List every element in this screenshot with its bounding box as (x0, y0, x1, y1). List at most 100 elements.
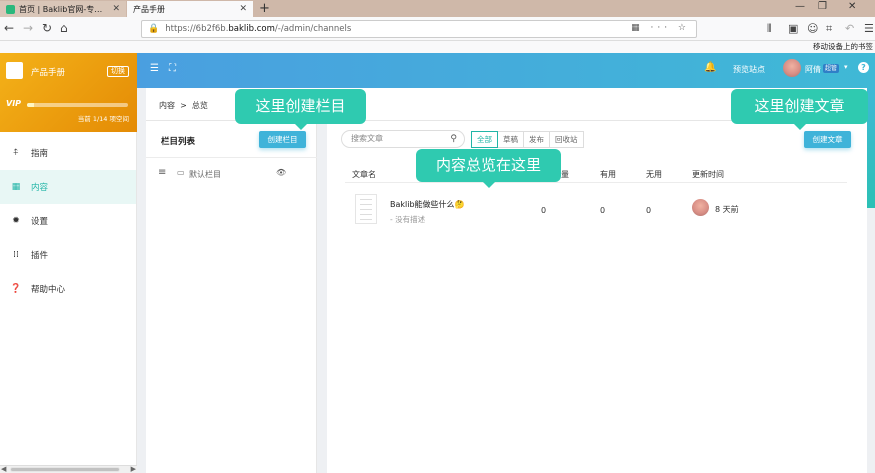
library-icon[interactable]: ⫴ (767, 22, 772, 36)
tab-all[interactable]: 全部 (471, 131, 498, 148)
preview-site-link[interactable]: 预览站点 (733, 64, 765, 75)
gear-icon: ✹ (12, 216, 20, 226)
breadcrumb-current: 总览 (191, 101, 208, 110)
header-edge-decoration (867, 88, 875, 208)
site-name: 产品手册 (31, 68, 66, 78)
question-icon: ❓ (10, 284, 22, 294)
switch-site-button[interactable]: 切换 (107, 66, 129, 77)
fullscreen-icon[interactable]: ⛶ (169, 63, 176, 74)
avatar (692, 199, 709, 216)
tab-published[interactable]: 发布 (523, 131, 550, 148)
channel-panel-header: 栏目列表 创建栏目 (146, 121, 317, 158)
grid-icon: ▦ (11, 182, 21, 192)
close-icon[interactable]: ✕ (112, 4, 120, 14)
article-panel: 搜索文章 ⚲ 全部 草稿 发布 回收站 创建文章 文章名 量 有用 无用 更新时… (327, 121, 867, 473)
tab-trash[interactable]: 回收站 (549, 131, 584, 148)
sidebar-item-content[interactable]: ▦ 内容 (0, 170, 136, 204)
sidebar-icon[interactable]: ▣ (788, 22, 798, 36)
eye-icon[interactable]: 👁 (276, 168, 286, 177)
mobile-bookmarks[interactable]: 移动设备上的书签 (813, 41, 873, 52)
signpost-icon: ⍏ (13, 148, 19, 158)
page-actions-icon[interactable]: ▦ ··· ☆ (631, 23, 690, 33)
search-input[interactable]: 搜索文章 ⚲ (341, 130, 465, 148)
create-column-button[interactable]: 创建栏目 (259, 131, 306, 148)
user-name[interactable]: 阿倩 (805, 64, 821, 75)
list-toggle-icon[interactable]: ☰ (150, 63, 159, 74)
chevron-down-icon[interactable]: ▾ (844, 63, 848, 71)
column-header-title: 文章名 (352, 170, 376, 179)
channel-list-title: 栏目列表 (161, 137, 196, 147)
sidebar-item-settings[interactable]: ✹ 设置 (0, 204, 136, 238)
channel-item[interactable]: ≡ ▭ 默认栏目 👁 (146, 158, 317, 191)
sidebar-item-plugins[interactable]: ⁞⁞ 插件 (0, 238, 136, 272)
browser-tab-baklib[interactable]: 首页 | Baklib官网-专业的知识库 ✕ (0, 1, 126, 17)
article-description: - 没有描述 (390, 215, 426, 224)
account-icon[interactable]: ☺ (807, 22, 818, 36)
back-icon[interactable]: ← (4, 21, 14, 36)
sidebar-item-label: 指南 (31, 149, 49, 159)
folder-icon: ▭ (177, 168, 185, 177)
article-filter-tabs: 全部 草稿 发布 回收站 (471, 131, 584, 148)
menu-icon[interactable]: ☰ (864, 22, 874, 36)
tab-label: 产品手册 (133, 4, 165, 14)
maximize-icon[interactable]: ❐ (818, 1, 827, 12)
url-bar[interactable]: 🔒 https://6b2f6b. baklib.com/-/admin/chan… (141, 20, 697, 38)
url-host: baklib.com (228, 24, 275, 34)
tab-label: 首页 | Baklib官网-专业的知识库 (19, 4, 108, 14)
undo-icon[interactable]: ↶ (845, 22, 854, 36)
callout-overview: 内容总览在这里 (416, 149, 561, 188)
breadcrumb-root[interactable]: 内容 (159, 101, 175, 110)
forward-icon[interactable]: → (23, 21, 33, 36)
sidebar: 产品手册 切换 VIP 当前 1/14 项空间 ⍏ 指南 ▦ 内容 ✹ 设置 ⁞… (0, 53, 137, 465)
scroll-right-icon[interactable]: ▶ (131, 465, 136, 473)
sidebar-item-guide[interactable]: ⍏ 指南 (0, 136, 136, 170)
bell-icon[interactable]: 🔔 (704, 62, 716, 73)
scroll-left-icon[interactable]: ◀ (1, 465, 6, 473)
new-tab-icon[interactable]: + (259, 1, 270, 16)
breadcrumb-separator: > (180, 101, 187, 110)
article-views: 0 (541, 206, 547, 215)
channel-name[interactable]: 默认栏目 (189, 169, 221, 180)
star-icon (6, 4, 15, 14)
site-logo (6, 62, 23, 79)
callout-create-article: 这里创建文章 (731, 89, 868, 130)
help-icon[interactable]: ? (858, 62, 869, 73)
crop-icon[interactable]: ⌗ (826, 22, 832, 36)
create-article-button[interactable]: 创建文章 (804, 131, 851, 148)
column-header-views: 量 (561, 170, 569, 179)
user-role-badge: 超管 (823, 64, 840, 73)
browser-tab-product-manual[interactable]: 产品手册 ✕ (127, 1, 253, 17)
sidebar-item-label: 设置 (31, 217, 49, 227)
horizontal-scrollbar[interactable]: ◀ ▶ (0, 465, 137, 473)
apps-icon: ⁞⁞ (13, 250, 19, 260)
browser-nav-bar: ← → ↻ ⌂ 🔒 https://6b2f6b. baklib.com/-/ad… (0, 17, 875, 41)
sidebar-item-label: 帮助中心 (31, 285, 66, 295)
window-close-icon[interactable]: ✕ (848, 1, 856, 12)
lock-icon: 🔒 (148, 24, 160, 34)
document-thumbnail-icon (355, 194, 377, 224)
quota-progress-bar (27, 103, 128, 107)
drag-handle-icon[interactable]: ≡ (158, 167, 166, 178)
scrollbar-thumb[interactable] (10, 467, 120, 472)
reload-icon[interactable]: ↻ (42, 21, 52, 36)
home-icon[interactable]: ⌂ (60, 21, 68, 36)
article-title[interactable]: Baklib能做些什么🤔 (390, 199, 465, 210)
avatar[interactable] (783, 59, 801, 77)
sidebar-item-label: 内容 (31, 183, 49, 193)
breadcrumb-trail: 内容 > 总览 (159, 100, 208, 111)
search-icon[interactable]: ⚲ (450, 131, 457, 147)
minimize-icon[interactable]: — (795, 1, 805, 12)
url-prefix: https://6b2f6b. (165, 24, 229, 34)
channel-panel: 栏目列表 创建栏目 ≡ ▭ 默认栏目 👁 (146, 121, 317, 473)
quota-progress-fill (27, 103, 35, 107)
vip-badge: VIP (6, 99, 22, 108)
tab-draft[interactable]: 草稿 (497, 131, 524, 148)
article-updated-time: 8 天前 (715, 205, 739, 214)
sidebar-item-help[interactable]: ❓ 帮助中心 (0, 272, 136, 306)
column-header-useful: 有用 (600, 170, 616, 179)
top-header: ☰ ⛶ 🔔 预览站点 阿倩 超管 ▾ ? (137, 53, 875, 88)
close-icon[interactable]: ✕ (239, 4, 247, 14)
table-row[interactable]: Baklib能做些什么🤔 - 没有描述 0 0 0 8 天前 (345, 187, 847, 235)
column-header-useless: 无用 (646, 170, 662, 179)
url-path: /-/admin/channels (274, 24, 352, 34)
